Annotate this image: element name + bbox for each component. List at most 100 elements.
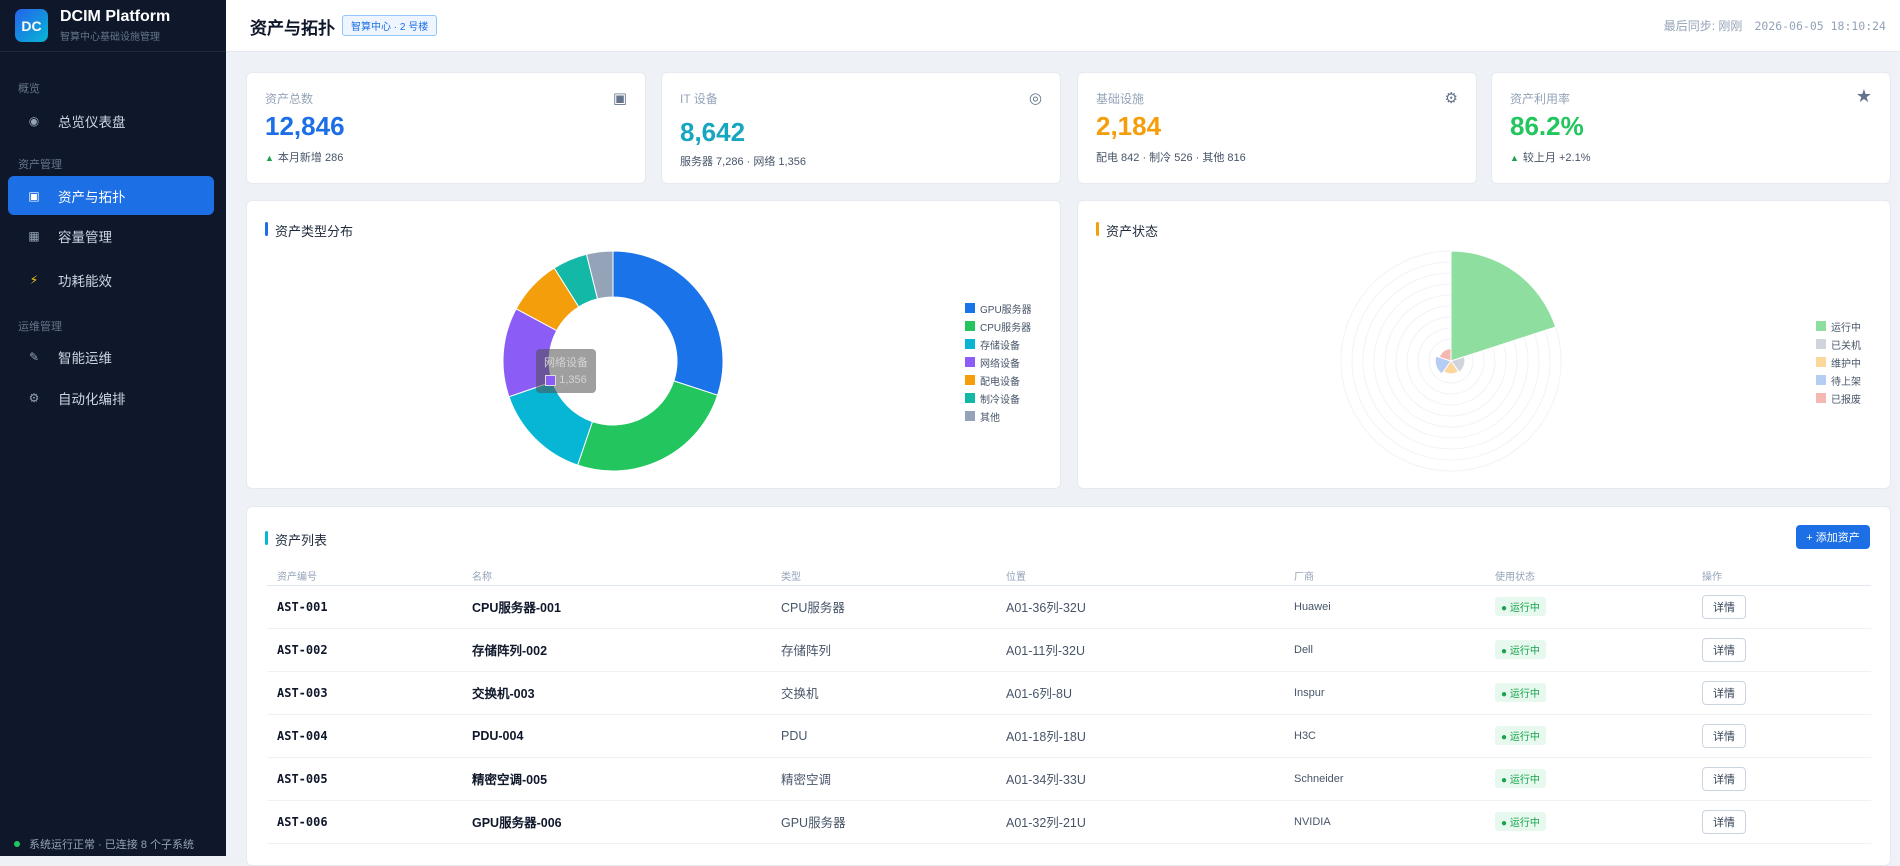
legend-item: 待上架 [1816,371,1861,389]
table-row[interactable]: AST-005 精密空调-005 精密空调 A01-34列-33U Schnei… [267,757,1871,801]
arrow-up-icon: ▲ [265,153,274,163]
chip-icon: ▣ [612,90,627,107]
legend-swatch [965,393,975,403]
column-header[interactable]: 位置 [996,567,1284,586]
status-text: 运行中 [1509,775,1540,786]
legend-item: 运行中 [1816,317,1861,335]
column-header[interactable]: 资产编号 [267,567,462,586]
asset-code: AST-003 [267,671,462,715]
sidebar-item-label: 自动化编排 [58,391,126,407]
app-subtitle: 智算中心基础设施管理 [60,32,160,43]
asset-type: 精密空调 [771,757,996,801]
detail-button[interactable]: 详情 [1702,766,1746,791]
donut-slice[interactable] [508,381,594,466]
detail-button[interactable]: 详情 [1702,809,1746,834]
column-header[interactable]: 厂商 [1284,567,1485,586]
asset-status-cell: ● 运行中 [1485,800,1692,844]
asset-code: AST-006 [267,800,462,844]
asset-code: AST-005 [267,757,462,801]
legend-swatch [965,339,975,349]
kpi-sub: 服务器 7,286 · 网络 1,356 [680,156,806,168]
sidebar-item-automation[interactable]: ⚙ 自动化编排 [8,378,214,417]
donut-slice[interactable] [612,250,724,396]
kpi-value: 12,846 [265,111,345,141]
sidebar-item-assets-topology[interactable]: ▣ 资产与拓扑 [8,176,214,215]
sync-label: 最后同步: 刚刚 [1663,19,1743,33]
column-header[interactable]: 使用状态 [1485,567,1692,586]
status-badge: ● 运行中 [1495,812,1546,831]
legend-item: GPU服务器 [965,299,1032,317]
legend-swatch [965,375,975,385]
chart-tooltip: 网络设备 1,356 [536,349,596,393]
legend-label: 维护中 [1831,358,1861,370]
system-status-text: 系统运行正常 · 已连接 8 个子系统 [29,839,195,851]
asset-status-legend: 运行中 已关机 维护中 待上架 已报废 [1816,317,1861,407]
asset-location: A01-6列-8U [996,671,1284,715]
table-header-row: 资产编号 名称 类型 位置 厂商 使用状态 操作 [267,567,1871,586]
table-row[interactable]: AST-001 CPU服务器-001 CPU服务器 A01-36列-32U Hu… [267,585,1871,629]
kpi-label: 基础设施 [1096,92,1145,106]
status-badge: ● 运行中 [1495,597,1546,616]
table-row[interactable]: AST-004 PDU-004 PDU A01-18列-18U H3C ● 运行… [267,714,1871,758]
asset-name: 精密空调-005 [462,757,771,801]
kpi-sub: ▲ 本月新增 286 [265,149,343,165]
legend-item: 其他 [965,407,1032,425]
asset-status-cell: ● 运行中 [1485,671,1692,715]
action-cell: 详情 [1692,714,1871,758]
legend-swatch [1816,357,1826,367]
asset-code: AST-004 [267,714,462,758]
detail-button[interactable]: 详情 [1702,723,1746,748]
detail-button[interactable]: 详情 [1702,594,1746,619]
asset-status-cell: ● 运行中 [1485,585,1692,629]
kpi-card-infrastructure: 基础设施 2,184 配电 842 · 制冷 526 · 其他 816 ⚙ [1077,72,1477,184]
action-cell: 详情 [1692,800,1871,844]
status-badge: ● 运行中 [1495,683,1546,702]
kpi-card-utilization: 资产利用率 86.2% ▲ 较上月 +2.1% ★ [1491,72,1891,184]
legend-item: 制冷设备 [965,389,1032,407]
legend-swatch [1816,321,1826,331]
legend-label: 运行中 [1831,322,1861,334]
column-header[interactable]: 名称 [462,567,771,586]
asset-table: 资产编号 名称 类型 位置 厂商 使用状态 操作 AST-001 CPU服务器-… [267,567,1871,844]
tooltip-label: 网络设备 [544,357,588,369]
legend-label: 配电设备 [980,376,1020,388]
sidebar-item-capacity[interactable]: ▦ 容量管理 [8,216,214,255]
kpi-sub-text: 本月新增 286 [277,152,344,164]
column-header[interactable]: 类型 [771,567,996,586]
tooltip-value-row: 1,356 [542,374,590,386]
table-row[interactable]: AST-006 GPU服务器-006 GPU服务器 A01-32列-21U NV… [267,800,1871,844]
asset-vendor: Huawei [1284,585,1485,629]
status-dot-icon [14,841,20,847]
action-cell: 详情 [1692,671,1871,715]
asset-type: CPU服务器 [771,585,996,629]
kpi-sub-text: 较上月 +2.1% [1522,152,1591,164]
legend-item: 已报废 [1816,389,1861,407]
asset-location: A01-11列-32U [996,628,1284,672]
rose-slice[interactable] [1450,250,1557,362]
gear-icon: ⚙ [1444,90,1458,107]
asset-type-donut-chart[interactable] [247,201,1062,490]
action-cell: 详情 [1692,628,1871,672]
asset-type-legend: GPU服务器 CPU服务器 存储设备 网络设备 配电设备 制冷设备 其他 [965,299,1032,425]
table-row[interactable]: AST-003 交换机-003 交换机 A01-6列-8U Inspur ● 运… [267,671,1871,715]
legend-swatch [1816,339,1826,349]
asset-status-rose-chart[interactable] [1078,201,1892,490]
asset-location: A01-34列-33U [996,757,1284,801]
detail-button[interactable]: 详情 [1702,637,1746,662]
asset-name: 交换机-003 [462,671,771,715]
sidebar-item-label: 总览仪表盘 [58,114,126,130]
legend-swatch [965,321,975,331]
legend-item: 已关机 [1816,335,1861,353]
site-badge[interactable]: 智算中心 · 2 号楼 [342,15,438,36]
detail-button[interactable]: 详情 [1702,680,1746,705]
section-title: 资产列表 [265,530,327,549]
sidebar-item-aiops[interactable]: ✎ 智能运维 [8,337,214,376]
status-text: 运行中 [1509,732,1540,743]
table-row[interactable]: AST-002 存储阵列-002 存储阵列 A01-11列-32U Dell ●… [267,628,1871,672]
sidebar-item-power[interactable]: ⚡ 功耗能效 [8,260,214,299]
kpi-value: 86.2% [1510,111,1584,141]
legend-swatch [965,357,975,367]
donut-slice[interactable] [576,380,719,472]
add-asset-button[interactable]: + 添加资产 [1796,525,1870,549]
sidebar-item-dashboard[interactable]: ◉ 总览仪表盘 [8,101,214,140]
